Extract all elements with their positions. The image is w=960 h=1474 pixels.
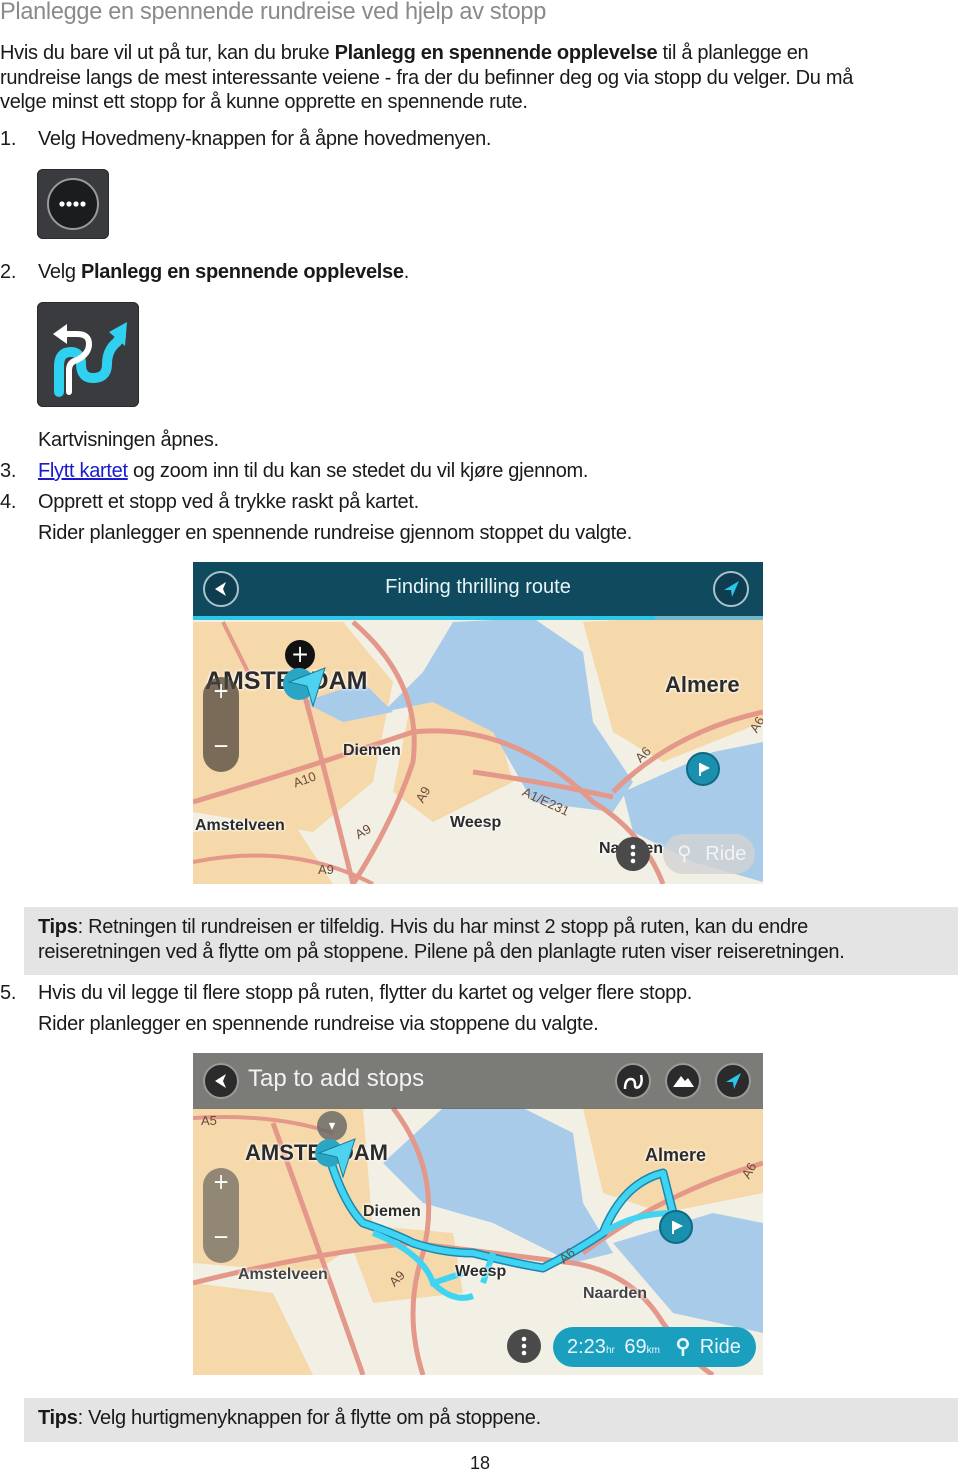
zoom-out-button[interactable]: − <box>203 734 239 759</box>
tip-label: Tips <box>38 1407 78 1429</box>
intro-text-cont: til å planlegge en <box>657 42 809 64</box>
map-label-amstelveen: Amstelveen <box>195 817 285 834</box>
page-number: 18 <box>469 1453 491 1473</box>
thrilling-route-icon <box>53 322 127 397</box>
zoom-in-button[interactable]: + <box>203 679 239 704</box>
step-text: Hvis du vil legge til flere stopp på rut… <box>38 982 693 1004</box>
step-text: og zoom inn til du kan se stedet du vil … <box>127 460 589 482</box>
step-3: 3. Flytt kartet og zoom inn til du kan se… <box>0 459 588 484</box>
zoom-control: + − <box>203 1168 239 1263</box>
thrilling-route-button[interactable] <box>615 1063 651 1099</box>
step-number: 2. <box>0 261 17 283</box>
rider-icon: ⚲ <box>677 843 692 865</box>
more-vertical-icon <box>630 844 636 864</box>
hilliness-button[interactable] <box>665 1063 701 1099</box>
step-5: 5. Hvis du vil legge til flere stopp på r… <box>0 981 692 1006</box>
route-duration: 2:23 <box>567 1336 606 1358</box>
device-screenshot-finding-route: Finding thrilling route AMSTERDAM Almere… <box>193 562 763 884</box>
main-menu-button-image <box>37 169 109 239</box>
more-options-button[interactable] <box>616 837 650 871</box>
intro-paragraph: Hvis du bare vil ut på tur, kan du bruke… <box>0 41 853 115</box>
tip-label: Tips <box>38 916 78 938</box>
step-number: 4. <box>0 491 17 513</box>
current-location-button[interactable] <box>715 1063 751 1099</box>
departure-marker[interactable] <box>686 752 720 786</box>
step-number: 5. <box>0 982 17 1004</box>
device-screenshot-tap-to-add-stops: Tap to add stops AMSTERDAM Almere Diemen… <box>193 1053 763 1375</box>
step-4: 4. Opprett et stopp ved å trykke raskt på… <box>0 490 419 515</box>
back-button[interactable] <box>203 1063 239 1099</box>
map-label-almere: Almere <box>645 1145 707 1165</box>
step-2: 2. Velg Planlegg en spennende opplevelse. <box>0 260 409 285</box>
note-planning-trip: Rider planlegger en spennende rundreise … <box>38 522 632 544</box>
step-text: Velg <box>38 261 81 283</box>
flag-icon <box>672 1221 683 1234</box>
tip-text-line-2: reiseretningen ved å flytte om på stoppe… <box>38 940 845 963</box>
winding-road-icon <box>623 1074 643 1090</box>
intro-line-2: rundreise langs de mest interessante vei… <box>0 66 854 89</box>
departure-marker[interactable] <box>659 1210 693 1244</box>
ride-label: Ride <box>699 1336 741 1358</box>
move-map-link[interactable]: Flytt kartet <box>38 460 128 482</box>
map-label-amstelveen: Amstelveen <box>238 1266 328 1283</box>
current-location-button[interactable] <box>713 571 749 607</box>
more-options-button[interactable] <box>507 1329 541 1363</box>
current-position-marker-icon <box>283 667 326 708</box>
ride-button[interactable]: 2:23hr 69km ⚲ Ride <box>553 1327 756 1367</box>
tip-box-quick-menu: Tips: Velg hurtigmenyknappen for å flytt… <box>24 1398 958 1442</box>
map-header-title: Finding thrilling route <box>385 576 571 598</box>
step-number: 1. <box>0 128 17 150</box>
flag-icon <box>699 763 710 776</box>
step-text-end: . <box>403 261 410 283</box>
tip-text: : Velg hurtigmenyknappen for å flytte om… <box>77 1407 542 1429</box>
zoom-out-button[interactable]: − <box>203 1225 239 1250</box>
back-arrow-icon <box>215 1074 226 1088</box>
navigation-arrow-icon <box>726 1073 741 1089</box>
road-label: A5 <box>201 1113 217 1128</box>
ride-button-disabled[interactable]: ⚲ Ride <box>663 834 755 874</box>
mountain-icon <box>673 1076 694 1087</box>
map-label-diemen: Diemen <box>363 1203 421 1220</box>
more-vertical-icon <box>521 1336 527 1356</box>
current-position-marker-icon <box>315 1138 356 1179</box>
map-header-title: Tap to add stops <box>248 1065 425 1092</box>
zoom-control: + − <box>203 677 239 772</box>
route-distance: 69 <box>624 1336 647 1358</box>
intro-bold-feature: Planlegg en spennende opplevelse <box>334 42 658 64</box>
ride-label: Ride <box>705 843 747 865</box>
navigation-arrow-icon <box>724 581 739 597</box>
step-number: 3. <box>0 460 17 482</box>
note-planning-via-stops: Rider planlegger en spennende rundreise … <box>38 1013 599 1035</box>
rider-icon: ⚲ <box>675 1336 691 1358</box>
intro-line-3: velge minst ett stopp for å kunne oppret… <box>0 91 528 113</box>
duration-unit: hr <box>605 1345 615 1356</box>
map-label-almere: Almere <box>665 672 740 697</box>
map-label-naarden: Naarden <box>583 1285 648 1302</box>
page-heading: Planlegge en spennende rundreise ved hje… <box>0 0 546 25</box>
step-bold: Planlegg en spennende opplevelse <box>80 261 404 283</box>
step-text: Opprett et stopp ved å trykke raskt på k… <box>38 491 419 513</box>
progress-track <box>193 616 763 620</box>
road-label: A9 <box>318 862 334 877</box>
zoom-in-button[interactable]: + <box>203 1170 239 1195</box>
map-label-weesp: Weesp <box>450 814 502 831</box>
step-text: Velg Hovedmeny-knappen for å åpne hovedm… <box>38 128 492 150</box>
map-label-diemen: Diemen <box>343 742 401 759</box>
tip-box-direction: Tips: Retningen til rundreisen er tilfel… <box>24 907 958 975</box>
step-1: 1. Velg Hovedmeny-knappen for å åpne hove… <box>0 127 491 152</box>
tip-text: : Retningen til rundreisen er tilfeldig.… <box>77 916 809 938</box>
map-label-weesp: Weesp <box>455 1263 507 1280</box>
thrilling-route-button-image <box>37 302 139 407</box>
intro-text: Hvis du bare vil ut på tur, kan du bruke <box>0 42 335 64</box>
progress-fill <box>193 616 655 620</box>
note-map-opens: Kartvisningen åpnes. <box>38 429 219 451</box>
main-menu-icon <box>47 178 99 230</box>
distance-unit: km <box>646 1345 660 1356</box>
